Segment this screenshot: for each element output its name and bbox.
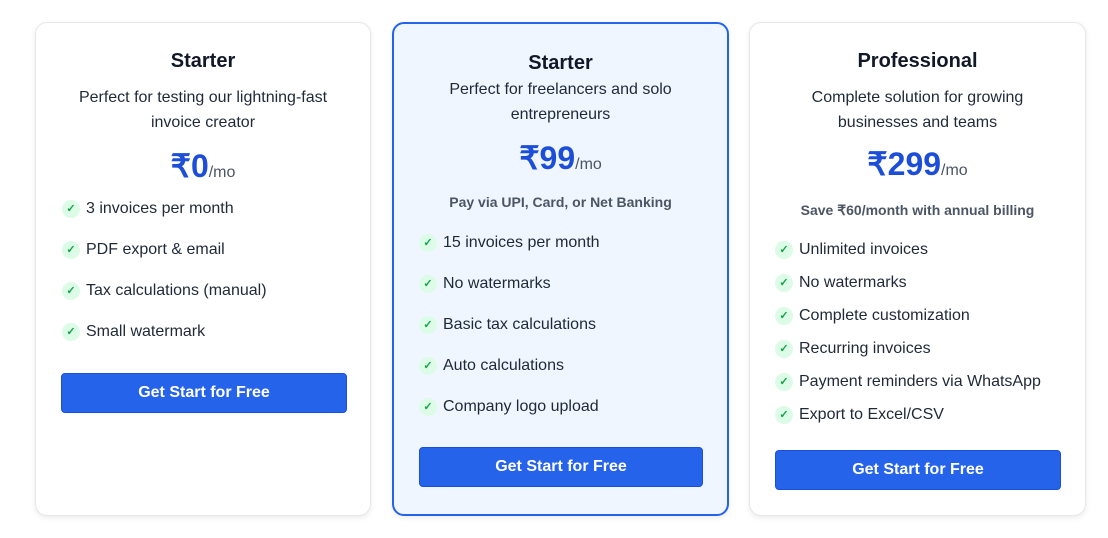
feature-label: Payment reminders via WhatsApp (799, 373, 1041, 390)
feature-item: ✓ Payment reminders via WhatsApp (775, 373, 1085, 391)
check-icon: ✓ (775, 274, 793, 292)
feature-item: ✓ Auto calculations (419, 357, 727, 375)
price-period: /mo (208, 164, 236, 181)
feature-label: Company logo upload (443, 398, 599, 415)
check-icon: ✓ (775, 241, 793, 259)
plan-price: ₹0/mo (36, 147, 370, 185)
feature-item: ✓ Complete customization (775, 307, 1085, 325)
feature-label: 15 invoices per month (443, 234, 600, 251)
price-amount: ₹0 (170, 148, 209, 184)
check-icon: ✓ (62, 282, 80, 300)
price-amount: ₹299 (867, 146, 942, 182)
plan-description: Perfect for freelancers and solo entrepr… (449, 81, 672, 123)
get-start-button[interactable]: Get Start for Free (61, 373, 347, 413)
get-start-button[interactable]: Get Start for Free (775, 450, 1061, 490)
check-icon: ✓ (62, 200, 80, 218)
feature-item: ✓ Tax calculations (manual) (62, 282, 370, 300)
plan-price: ₹299/mo (750, 145, 1085, 183)
feature-item: ✓ No watermarks (419, 275, 727, 293)
price-period: /mo (941, 162, 968, 179)
plan-card-starter-free: Starter Perfect for testing our lightnin… (35, 22, 371, 516)
feature-label: Unlimited invoices (799, 241, 928, 258)
feature-label: Small watermark (86, 323, 206, 340)
feature-item: ✓ Basic tax calculations (419, 316, 727, 334)
check-icon: ✓ (419, 234, 437, 252)
check-icon: ✓ (419, 357, 437, 375)
feature-item: ✓ Small watermark (62, 323, 370, 341)
price-period: /mo (575, 156, 602, 173)
feature-item: ✓ 3 invoices per month (62, 200, 370, 218)
feature-label: Tax calculations (manual) (86, 282, 267, 299)
feature-item: ✓ Unlimited invoices (775, 241, 1085, 259)
plan-description: Complete solution for growing businesses… (811, 89, 1024, 131)
feature-label: Basic tax calculations (443, 316, 596, 333)
check-icon: ✓ (419, 398, 437, 416)
plan-name: Starter (528, 52, 593, 74)
plan-card-starter-paid: Starter Perfect for freelancers and solo… (392, 22, 729, 516)
feature-label: No watermarks (799, 274, 907, 291)
check-icon: ✓ (419, 316, 437, 334)
plan-description: Perfect for testing our lightning-fast i… (78, 89, 328, 131)
feature-label: Complete customization (799, 307, 970, 324)
billing-note: Save ₹60/month with annual billing (800, 202, 1035, 218)
feature-label: 3 invoices per month (86, 200, 234, 217)
feature-item: ✓ Company logo upload (419, 398, 727, 416)
feature-item: ✓ Export to Excel/CSV (775, 406, 1085, 424)
feature-label: Auto calculations (443, 357, 564, 374)
feature-label: Recurring invoices (799, 340, 931, 357)
plan-name: Professional (857, 50, 978, 72)
feature-item: ✓ No watermarks (775, 274, 1085, 292)
check-icon: ✓ (775, 373, 793, 391)
check-icon: ✓ (62, 241, 80, 259)
plan-name: Starter (170, 50, 236, 72)
check-icon: ✓ (775, 307, 793, 325)
check-icon: ✓ (62, 323, 80, 341)
payment-note: Pay via UPI, Card, or Net Banking (449, 194, 672, 210)
price-amount: ₹99 (519, 140, 576, 176)
feature-item: ✓ 15 invoices per month (419, 234, 727, 252)
check-icon: ✓ (775, 406, 793, 424)
plan-card-professional: Professional Complete solution for growi… (749, 22, 1086, 516)
check-icon: ✓ (419, 275, 437, 293)
feature-item: ✓ Recurring invoices (775, 340, 1085, 358)
plan-price: ₹99/mo (394, 139, 727, 177)
feature-label: No watermarks (443, 275, 551, 292)
check-icon: ✓ (775, 340, 793, 358)
feature-item: ✓ PDF export & email (62, 241, 370, 259)
feature-label: Export to Excel/CSV (799, 406, 944, 423)
get-start-button[interactable]: Get Start for Free (419, 447, 703, 487)
feature-label: PDF export & email (86, 241, 225, 258)
